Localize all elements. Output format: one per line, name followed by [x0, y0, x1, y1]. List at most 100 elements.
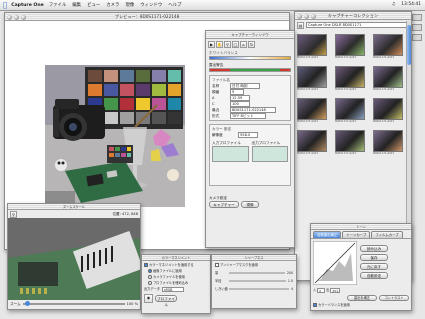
thumbnail-item[interactable]: 8D0S1171-0221 — [335, 34, 369, 60]
curve-input-field[interactable]: 0 — [317, 287, 326, 293]
tab-film-curve[interactable]: フィルムカーブ — [371, 231, 403, 238]
radius-slider[interactable] — [229, 280, 286, 282]
develop-button[interactable]: 現像 — [241, 201, 259, 208]
file-name-box: ファイル名 名称 日付 時刻 順番 9 A 12.59 C 100 最近 8D0S1171… — [209, 75, 291, 121]
radio-unselected[interactable] — [148, 281, 152, 285]
scroll-thumb[interactable] — [407, 25, 411, 65]
format-select[interactable]: TIFF 8ビット — [230, 113, 266, 119]
volume-icon[interactable]: ♫ — [391, 2, 395, 7]
rotate-tool-icon[interactable]: ↻ — [248, 41, 255, 48]
minimize-icon[interactable] — [304, 13, 309, 19]
reset-button[interactable]: 元に戻す — [360, 263, 388, 270]
desktop-drives — [412, 14, 424, 314]
loupe-icon[interactable]: ⚲ — [10, 210, 17, 218]
zoom-slider-row: ズーム 100 % — [8, 300, 140, 308]
hard-drive-icon[interactable] — [412, 24, 422, 31]
amount-label: 量 — [215, 271, 219, 275]
radio-unselected[interactable] — [148, 275, 152, 279]
thumbnail-item[interactable]: 8D0S1171-0221 — [297, 98, 331, 124]
capture-button[interactable]: キャプチャー — [209, 201, 239, 208]
zoom-tool-icon[interactable]: ⚲ — [224, 41, 231, 48]
zoom-window: ズームスケール ⚲ 位置: 472, 848 ズーム 100 % — [7, 203, 141, 310]
sharpness-window: シャープネス アンシャープマスクを適用 量 200 半径 1.0 しきい値 4 — [211, 254, 297, 309]
zoom-label: ズーム — [10, 302, 21, 306]
auto-button[interactable]: 自動設定 — [360, 272, 388, 279]
threshold-slider[interactable] — [229, 288, 289, 290]
threshold-value: 4 — [290, 287, 293, 291]
load-button[interactable]: 読み込み — [360, 245, 388, 252]
checkbox-checked[interactable] — [144, 263, 148, 267]
menu-window[interactable]: ウィンドウ — [140, 2, 162, 8]
pointer-tool-icon[interactable]: ▶ — [208, 41, 215, 48]
circuit-closeup-image — [8, 218, 140, 300]
zoom-slider[interactable] — [22, 301, 125, 306]
thumbnail-item[interactable]: 8D0S1171-0221 — [373, 66, 407, 92]
amount-slider[interactable] — [229, 272, 285, 274]
output-data-label: 出力データ — [144, 287, 160, 291]
curve-output-field[interactable]: 251 — [330, 287, 341, 293]
hard-drive-icon[interactable] — [412, 34, 422, 41]
menu-help[interactable]: ヘルプ — [168, 2, 181, 8]
zoom-icon[interactable] — [311, 13, 316, 19]
close-icon[interactable] — [7, 14, 12, 20]
minimize-icon[interactable] — [14, 14, 19, 20]
profile-button[interactable]: プロファイル — [155, 295, 177, 307]
menu-bar:  Capture One ファイル 編集 ビュー カメラ 現像 ウィンドウ ヘ… — [0, 0, 425, 11]
curve-io-row: 入 0 出 251 — [313, 287, 357, 293]
tone-curve-title: トーン — [356, 225, 366, 229]
thumbnail-item[interactable]: 8D0S1171-0221 — [373, 130, 407, 156]
exposure-correct-button[interactable]: 露出を補正 — [347, 295, 377, 301]
curve-graph[interactable] — [312, 240, 358, 286]
tab-tone-curve[interactable]: トーンカーブ — [342, 231, 371, 238]
output-profile-select[interactable]: sRGB — [161, 286, 184, 292]
menu-file[interactable]: ファイル — [49, 2, 67, 8]
folder-icon[interactable]: ▤ — [297, 22, 304, 29]
browser-path[interactable]: Capture One DSLR 8D0S1171 — [306, 22, 409, 28]
thumbnail-item[interactable]: 8D0S1171-0221 — [297, 130, 331, 156]
zoom-icon[interactable] — [21, 14, 26, 20]
browser-titlebar: キャプチャーコレクション — [295, 12, 411, 20]
color-balance-label: カラーバランスを適用 — [318, 303, 350, 307]
checkbox-checked[interactable] — [313, 303, 317, 307]
thumbnail-item[interactable]: 8D0S1171-0221 — [297, 34, 331, 60]
input-profile-list[interactable] — [212, 146, 249, 162]
thumbnail-item[interactable]: 8D0S1171-0221 — [373, 34, 407, 60]
menu-clock[interactable]: 13:54:41 — [401, 2, 421, 7]
wb-slider[interactable] — [209, 56, 291, 60]
thumbnail-item[interactable]: 8D0S1171-0221 — [335, 130, 369, 156]
thumbnail-item[interactable]: 8D0S1171-0221 — [335, 98, 369, 124]
menu-camera[interactable]: カメラ — [106, 2, 119, 8]
save-button[interactable]: 保存 — [360, 254, 388, 261]
close-icon[interactable] — [297, 13, 302, 19]
tab-auto-exposure[interactable]: 自動露出補正 — [313, 231, 342, 238]
eyedropper-icon[interactable]: ⌂ — [240, 41, 247, 48]
menu-view[interactable]: ビュー — [87, 2, 100, 8]
capture-toolbar: ▶ ✋ ⚲ □ ⌂ ↻ — [206, 39, 294, 50]
preview-image[interactable] — [45, 65, 185, 207]
output-profile-list[interactable] — [251, 146, 288, 162]
white-balance-section: ホワイトバランス 露出警告 — [206, 50, 294, 72]
resolution-field[interactable]: 558.0 — [238, 132, 258, 138]
contrast-button[interactable]: コントラスト — [379, 295, 409, 301]
menu-develop[interactable]: 現像 — [125, 2, 134, 8]
curve-input-label: 入 — [313, 288, 317, 292]
zoom-slider-thumb[interactable] — [24, 301, 30, 306]
curve-tabs: 自動露出補正 トーンカーブ フィルムカーブ — [311, 230, 411, 238]
checkbox-unchecked[interactable] — [215, 263, 219, 267]
hand-tool-icon[interactable]: ✋ — [216, 41, 223, 48]
radio-selected[interactable] — [148, 269, 152, 273]
preview-titlebar: プレビュー：8D0S1171-022148 — [5, 13, 289, 21]
camera-object — [53, 99, 105, 141]
profile-icon[interactable]: ◉ — [144, 294, 153, 303]
hard-drive-icon[interactable] — [412, 14, 422, 21]
crop-tool-icon[interactable]: □ — [232, 41, 239, 48]
apple-menu-icon[interactable]:  — [3, 1, 7, 9]
zoom-image[interactable] — [8, 218, 140, 300]
thumbnail-item[interactable]: 8D0S1171-0221 — [335, 66, 369, 92]
radius-label: 半径 — [215, 279, 222, 283]
thumbnail-item[interactable]: 8D0S1171-0221 — [297, 66, 331, 92]
app-menu[interactable]: Capture One — [11, 3, 44, 8]
thumbnail-item[interactable]: 8D0S1171-0221 — [373, 98, 407, 124]
radius-value: 1.0 — [287, 279, 293, 283]
menu-edit[interactable]: 編集 — [72, 2, 81, 8]
